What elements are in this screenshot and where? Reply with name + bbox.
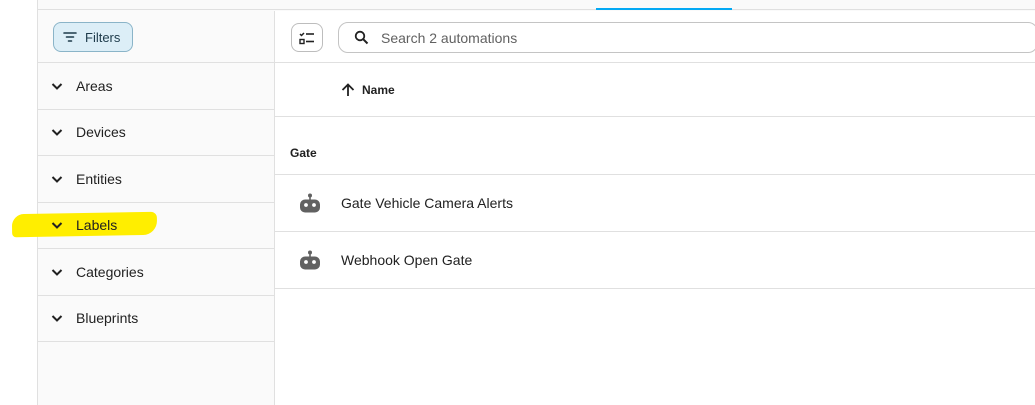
chevron-down-icon [51,315,63,323]
filter-section-devices[interactable]: Devices [38,110,274,156]
column-header-row: Name [275,63,1035,117]
table-row[interactable]: Gate Vehicle Camera Alerts [275,175,1035,232]
filter-section-categories[interactable]: Categories [38,249,274,296]
filter-section-label: Categories [76,263,144,280]
filter-section-label: Labels [76,217,118,234]
search-input[interactable] [381,29,981,46]
side-rail [0,0,38,405]
search-field[interactable] [338,22,1035,53]
chevron-down-icon [51,176,63,183]
robot-icon [300,250,320,270]
automations-list: Name Gate Gate Vehicle Camera Alerts Web… [275,11,1035,405]
filter-section-label: Blueprints [76,310,139,327]
filter-section-label: Devices [76,124,126,141]
filter-section-label: Entities [76,170,122,187]
chevron-down-icon [51,83,63,90]
automation-name: Gate Vehicle Camera Alerts [341,195,513,211]
robot-icon [300,193,320,213]
name-column-header[interactable]: Name [340,82,395,98]
arrow-up-icon [341,83,355,96]
table-row[interactable]: Webhook Open Gate [275,232,1035,289]
filter-section-labels[interactable]: Labels [11,203,274,249]
list-toolbar [275,11,1035,63]
active-tab-indicator [596,8,732,10]
top-tab-bar [0,0,1035,10]
filter-section-areas[interactable]: Areas [38,63,274,110]
group-header: Gate [275,117,1035,175]
filter-section-blueprints[interactable]: Blueprints [38,296,274,342]
checklist-icon [299,31,314,44]
selection-mode-button[interactable] [291,23,323,52]
group-label: Gate [290,146,317,160]
name-column-label: Name [362,83,395,97]
filter-icon [63,32,77,42]
search-icon [354,30,369,45]
filter-section-label: Areas [76,77,113,94]
filters-button-label: Filters [85,29,121,45]
filter-pane: Filters Areas Devices Entities Labels Ca… [11,11,275,405]
filter-header: Filters [38,11,274,63]
filter-section-entities[interactable]: Entities [38,156,274,203]
chevron-down-icon [51,269,63,276]
automation-name: Webhook Open Gate [341,252,473,268]
chevron-down-icon [51,129,63,137]
chevron-down-icon [51,222,63,230]
filters-button[interactable]: Filters [53,22,133,52]
